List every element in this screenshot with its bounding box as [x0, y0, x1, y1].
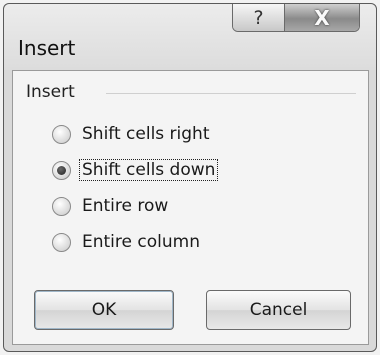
dialog-title: Insert	[18, 36, 76, 60]
help-button[interactable]: ?	[233, 4, 285, 31]
option-shift-cells-down[interactable]: Shift cells down	[52, 157, 219, 183]
title-buttons: ? X	[232, 4, 360, 32]
radio-entire-row[interactable]	[52, 196, 71, 216]
close-icon: X	[314, 5, 330, 30]
ok-button[interactable]: OK	[34, 290, 174, 330]
option-label: Shift cells down	[78, 159, 219, 181]
option-entire-column[interactable]: Entire column	[52, 229, 202, 255]
radio-shift-cells-down[interactable]	[52, 160, 71, 180]
close-button[interactable]: X	[285, 4, 359, 31]
title-bar: Insert ? X	[4, 4, 376, 70]
option-label: Entire column	[82, 232, 200, 252]
option-shift-cells-right[interactable]: Shift cells right	[52, 121, 212, 147]
cancel-button[interactable]: Cancel	[206, 290, 351, 330]
group-divider	[106, 93, 356, 94]
radio-entire-column[interactable]	[52, 232, 71, 252]
radio-shift-cells-right[interactable]	[52, 124, 71, 144]
option-label: Entire row	[82, 196, 169, 216]
group-label: Insert	[26, 82, 75, 102]
help-icon: ?	[253, 6, 264, 29]
option-label: Shift cells right	[82, 124, 210, 144]
option-entire-row[interactable]: Entire row	[52, 193, 170, 219]
